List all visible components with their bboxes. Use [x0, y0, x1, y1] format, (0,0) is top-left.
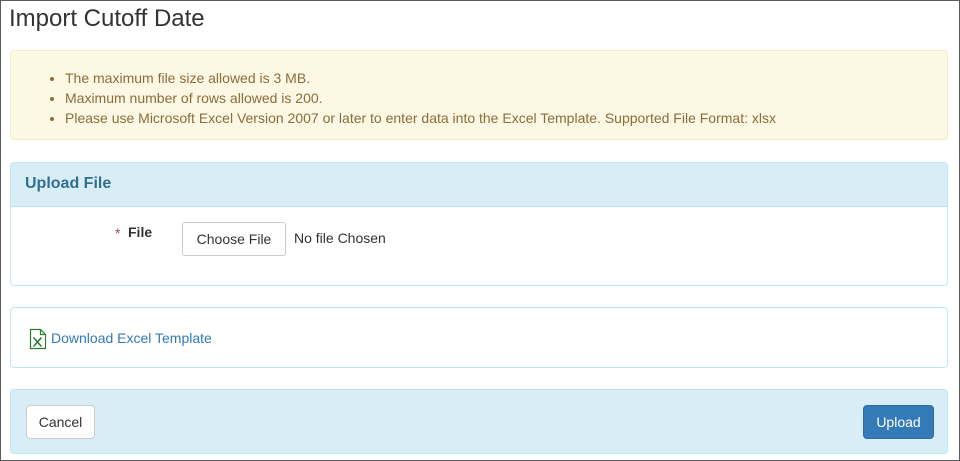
notice-list: The maximum file size allowed is 3 MB. M… [11, 51, 947, 128]
info-alert: The maximum file size allowed is 3 MB. M… [10, 50, 948, 140]
upload-file-panel: Upload File * File Choose File No file C… [10, 162, 948, 286]
file-status-text: No file Chosen [294, 230, 386, 246]
upload-button[interactable]: Upload [863, 405, 934, 439]
download-template-panel: Download Excel Template [10, 307, 948, 368]
excel-file-icon [29, 328, 47, 350]
file-label: File [128, 224, 153, 240]
notice-item: The maximum file size allowed is 3 MB. [65, 68, 947, 88]
required-marker: * [115, 225, 121, 241]
notice-item: Maximum number of rows allowed is 200. [65, 88, 947, 108]
choose-file-button[interactable]: Choose File [182, 222, 286, 256]
download-template-link[interactable]: Download Excel Template [51, 330, 212, 346]
page-title: Import Cutoff Date [9, 5, 205, 32]
notice-item: Please use Microsoft Excel Version 2007 … [65, 108, 947, 128]
import-dialog: Import Cutoff Date The maximum file size… [0, 0, 960, 461]
footer-actions: Cancel Upload [10, 389, 948, 454]
panel-heading: Upload File [11, 163, 947, 207]
cancel-button[interactable]: Cancel [26, 405, 95, 439]
